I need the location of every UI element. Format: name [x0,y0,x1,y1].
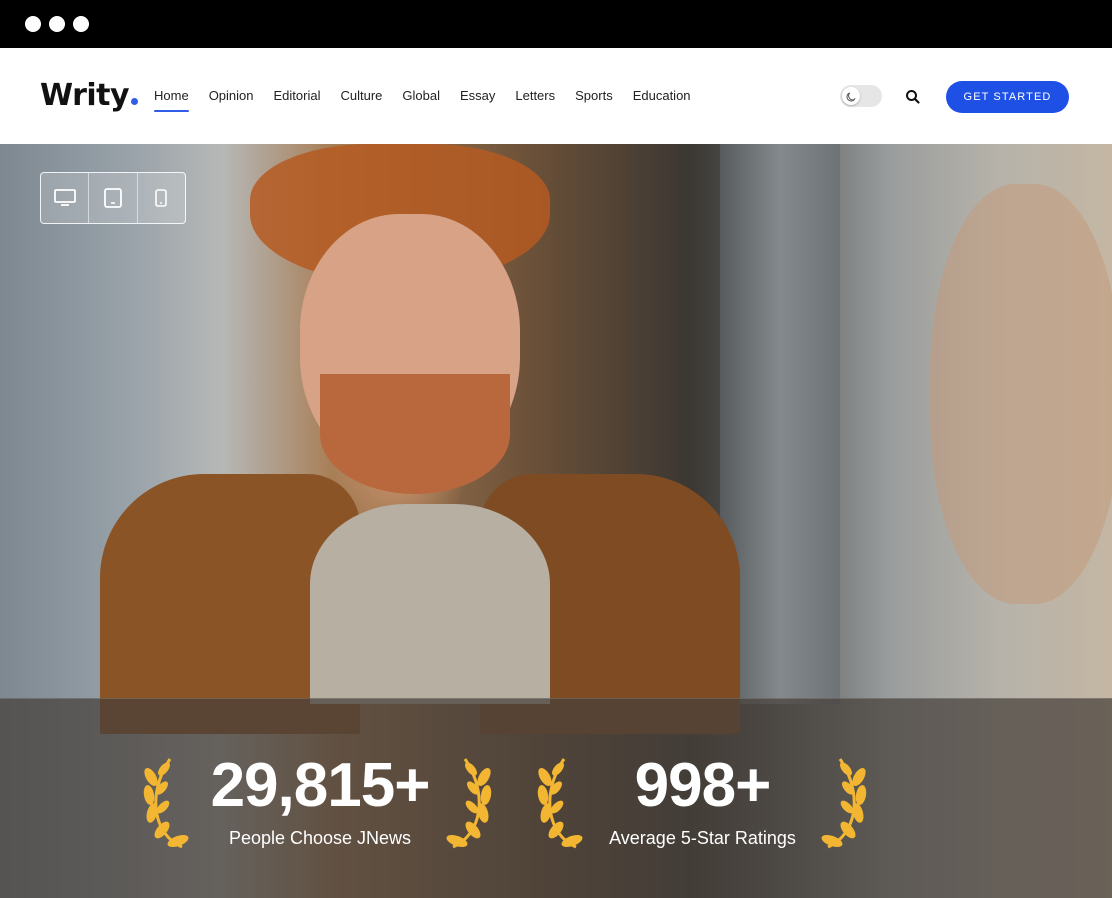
nav-item-culture[interactable]: Culture [340,87,382,105]
tablet-view-button[interactable] [88,173,136,223]
stat-people-choose: 29,815+ People Choose JNews [195,751,445,849]
laurel-left-icon [143,758,189,849]
stats-band: 29,815+ People Choose JNews 998+ Average… [0,698,1112,898]
nav-item-sports[interactable]: Sports [575,87,613,105]
get-started-button[interactable]: GET STARTED [946,81,1069,113]
nav-item-letters[interactable]: Letters [515,87,555,105]
stat-label: Average 5-Star Ratings [609,828,796,848]
logo-dot [131,98,139,105]
dark-mode-toggle[interactable] [840,85,882,107]
moon-icon [842,87,860,105]
stat-value: 29,815+ [210,751,431,820]
stat-value: 998+ [634,751,772,820]
nav-item-home[interactable]: Home [154,87,189,112]
laurel-left-icon [537,758,583,849]
nav-item-education[interactable]: Education [633,87,691,105]
site-header: Writy Home Opinion Editorial Culture Glo… [0,48,1112,144]
stat-label: People Choose JNews [228,828,412,848]
desktop-icon [53,189,76,206]
nav-item-global[interactable]: Global [402,87,440,105]
nav-item-opinion[interactable]: Opinion [209,87,254,105]
laurel-right-icon [821,758,867,849]
desktop-view-button[interactable] [41,173,88,223]
mobile-icon [155,189,168,207]
logo-text: Writy [40,78,130,113]
nav-item-editorial[interactable]: Editorial [274,87,321,105]
laurel-right-icon [446,758,492,849]
tablet-icon [104,188,122,208]
window-minimize-button[interactable] [49,16,65,32]
window-close-button[interactable] [25,16,41,32]
main-nav: Home Opinion Editorial Culture Global Es… [154,87,711,112]
mobile-view-button[interactable] [136,173,185,223]
stat-ratings: 998+ Average 5-Star Ratings [590,751,815,849]
site-logo[interactable]: Writy [40,78,139,114]
window-maximize-button[interactable] [73,16,89,32]
nav-item-essay[interactable]: Essay [460,87,495,105]
window-titlebar [0,0,1112,48]
device-switcher [40,172,186,224]
search-icon[interactable] [904,88,922,106]
